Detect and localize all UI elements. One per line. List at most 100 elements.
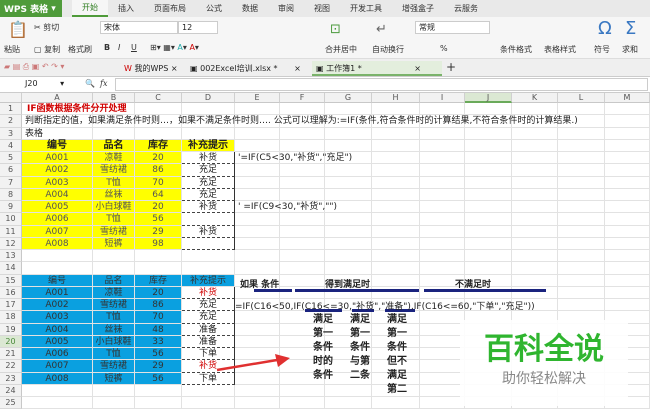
app-menu-button[interactable]: WPS 表格 ▾ — [0, 0, 62, 17]
menu-tab-7[interactable]: 开发工具 — [340, 0, 392, 17]
row-header-5[interactable]: 5 — [0, 152, 22, 165]
cell[interactable] — [558, 103, 605, 116]
cell[interactable] — [558, 152, 605, 165]
cell[interactable] — [420, 250, 465, 263]
cell-B8[interactable]: 丝袜 — [93, 188, 135, 201]
row-header-17[interactable]: 17 — [0, 299, 22, 312]
cell[interactable] — [605, 176, 650, 189]
cell[interactable] — [235, 384, 280, 397]
cell[interactable] — [280, 188, 325, 201]
cell-A4[interactable]: 编号 — [22, 139, 93, 152]
row-header-10[interactable]: 10 — [0, 213, 22, 226]
cell[interactable] — [372, 152, 420, 165]
cell[interactable] — [512, 237, 558, 250]
row-header-19[interactable]: 19 — [0, 323, 22, 336]
cell[interactable] — [558, 127, 605, 140]
cell[interactable] — [235, 262, 280, 275]
cell-A3[interactable]: 表格 — [22, 128, 93, 140]
cell[interactable] — [465, 225, 512, 238]
format-painter-button[interactable]: 格式刷 — [68, 44, 92, 55]
column-header-D[interactable]: D — [182, 93, 235, 103]
cell-B7[interactable]: T恤 — [93, 176, 135, 189]
cell[interactable] — [372, 237, 420, 250]
row-header-9[interactable]: 9 — [0, 201, 22, 214]
cell[interactable] — [372, 164, 420, 177]
cell-B10[interactable]: T恤 — [93, 213, 135, 226]
cell-B19[interactable]: 丝袜 — [93, 323, 135, 336]
cell-D12[interactable] — [182, 237, 235, 250]
cell[interactable] — [605, 250, 650, 263]
paste-icon[interactable]: 📋 — [8, 20, 28, 39]
menu-tab-6[interactable]: 视图 — [304, 0, 340, 17]
cell-B11[interactable]: 雪纺裙 — [93, 225, 135, 238]
cell[interactable] — [93, 384, 135, 397]
cell-C16[interactable]: 20 — [135, 286, 182, 299]
cell[interactable] — [135, 262, 182, 275]
cell[interactable] — [420, 335, 465, 348]
row-header-18[interactable]: 18 — [0, 311, 22, 324]
cell-A2[interactable]: 判断指定的值，如果满足条件时则…，如果不满足条件时则…. 公式可以理解为:=IF… — [22, 115, 578, 127]
cell[interactable] — [280, 274, 325, 287]
menu-tab-3[interactable]: 公式 — [196, 0, 232, 17]
cell[interactable] — [420, 323, 465, 336]
cell[interactable] — [325, 127, 372, 140]
cell[interactable] — [420, 397, 465, 409]
cell-C8[interactable]: 64 — [135, 188, 182, 201]
cell[interactable] — [512, 225, 558, 238]
cell-B15[interactable]: 品名 — [93, 274, 135, 287]
cell[interactable] — [235, 250, 280, 263]
column-header-M[interactable]: M — [605, 93, 650, 103]
row-header-22[interactable]: 22 — [0, 360, 22, 373]
cell[interactable] — [325, 237, 372, 250]
cell[interactable] — [280, 397, 325, 409]
row-header-15[interactable]: 15 — [0, 274, 22, 287]
cell[interactable] — [182, 127, 235, 140]
cell[interactable] — [465, 164, 512, 177]
cell[interactable] — [605, 237, 650, 250]
cell[interactable] — [420, 176, 465, 189]
cell[interactable] — [325, 225, 372, 238]
new-tab-button[interactable]: + — [446, 60, 456, 74]
cell-C20[interactable]: 33 — [135, 335, 182, 348]
cell-C6[interactable]: 86 — [135, 164, 182, 177]
cell-C7[interactable]: 70 — [135, 176, 182, 189]
cell-C17[interactable]: 86 — [135, 299, 182, 312]
column-header-E[interactable]: E — [235, 93, 280, 103]
cell[interactable] — [235, 176, 280, 189]
cell[interactable] — [512, 164, 558, 177]
cell-B17[interactable]: 雪纺裙 — [93, 299, 135, 312]
cell[interactable] — [372, 127, 420, 140]
cell-C21[interactable]: 56 — [135, 348, 182, 361]
row-header-4[interactable]: 4 — [0, 139, 22, 152]
column-header-L[interactable]: L — [558, 93, 605, 103]
cell[interactable] — [280, 127, 325, 140]
cell-E9[interactable]: ' =IF(C9<30,"补货","") — [235, 201, 337, 213]
cell[interactable] — [182, 397, 235, 409]
cell[interactable] — [512, 188, 558, 201]
cell[interactable] — [235, 397, 280, 409]
menu-tab-0[interactable]: 开始 — [72, 0, 108, 17]
cell[interactable] — [420, 237, 465, 250]
menu-tab-8[interactable]: 增强盒子 — [392, 0, 444, 17]
cell[interactable] — [605, 225, 650, 238]
cell[interactable] — [135, 384, 182, 397]
cell[interactable] — [135, 103, 182, 116]
cell[interactable] — [372, 176, 420, 189]
cell-D8[interactable]: 充足 — [182, 188, 235, 201]
cell-D20[interactable]: 准备 — [182, 335, 235, 348]
column-header-K[interactable]: K — [512, 93, 558, 103]
cell[interactable] — [325, 103, 372, 116]
cell[interactable] — [235, 127, 280, 140]
paste-button[interactable]: 粘贴 — [4, 44, 20, 55]
cell[interactable] — [235, 335, 280, 348]
cell[interactable] — [512, 262, 558, 275]
cell[interactable] — [465, 201, 512, 214]
cell-A15[interactable]: 编号 — [22, 274, 93, 287]
cell-D16[interactable]: 补货 — [182, 286, 235, 299]
cell[interactable] — [465, 152, 512, 165]
cell-D11[interactable]: 补货 — [182, 225, 235, 238]
cell[interactable] — [558, 176, 605, 189]
cell[interactable] — [605, 213, 650, 226]
row-header-1[interactable]: 1 — [0, 103, 22, 116]
cell-B18[interactable]: T恤 — [93, 311, 135, 324]
